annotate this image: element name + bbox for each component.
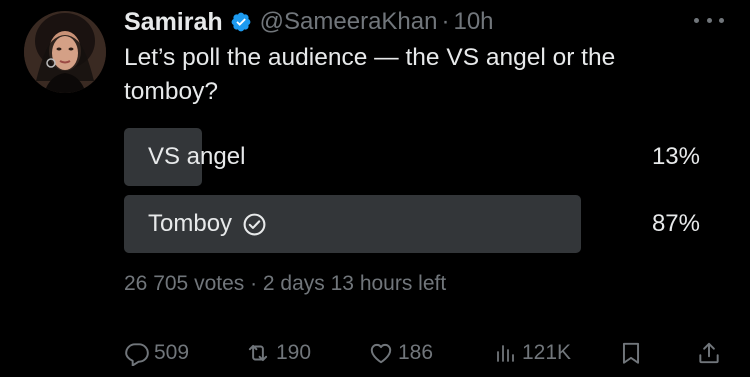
heart-icon xyxy=(370,343,392,364)
reply-button[interactable]: 509 xyxy=(124,336,189,370)
tweet-text: Let’s poll the audience — the VS angel o… xyxy=(124,44,616,105)
poll-option-text: Tomboy xyxy=(148,210,233,237)
display-name[interactable]: Samirah xyxy=(124,8,223,37)
like-button[interactable]: 186 xyxy=(368,336,433,370)
poll-option-tomboy[interactable]: Tomboy 87% xyxy=(124,195,704,253)
verified-badge-icon[interactable] xyxy=(230,11,252,33)
views-icon xyxy=(497,345,514,362)
share-icon xyxy=(699,342,719,364)
repost-icon xyxy=(248,344,268,362)
reply-count: 509 xyxy=(154,341,190,364)
bookmark-icon xyxy=(622,342,640,364)
like-count: 186 xyxy=(398,341,434,364)
check-circle-icon xyxy=(242,212,267,237)
avatar[interactable] xyxy=(24,11,106,93)
views-button[interactable]: 121K xyxy=(494,336,571,370)
avatar-image xyxy=(24,11,106,93)
poll-percent: 13% xyxy=(651,143,700,170)
repost-count: 190 xyxy=(276,341,312,364)
user-handle[interactable]: @SameeraKhan xyxy=(260,8,438,36)
separator-dot: · xyxy=(441,8,450,35)
more-dots-icon[interactable] xyxy=(694,12,724,28)
tweet-header: Samirah @SameeraKhan · 10h xyxy=(124,4,494,40)
reply-icon xyxy=(125,343,149,366)
poll-option-label: VS angel xyxy=(148,128,245,186)
poll-option-text: VS angel xyxy=(148,143,246,170)
poll-percent: 87% xyxy=(651,210,700,237)
poll-option-label: Tomboy xyxy=(148,195,267,253)
repost-button[interactable]: 190 xyxy=(244,336,311,370)
bookmark-button[interactable] xyxy=(618,336,644,370)
share-button[interactable] xyxy=(696,336,722,370)
poll-meta: 26 705 votes · 2 days 13 hours left xyxy=(124,272,447,295)
action-bar: 509 190 186 121K xyxy=(124,336,724,370)
poll: VS angel 13% Tomboy 87% xyxy=(124,128,704,262)
poll-option-vs-angel[interactable]: VS angel 13% xyxy=(124,128,704,186)
views-count: 121K xyxy=(522,341,572,364)
timestamp[interactable]: 10h xyxy=(453,8,493,36)
